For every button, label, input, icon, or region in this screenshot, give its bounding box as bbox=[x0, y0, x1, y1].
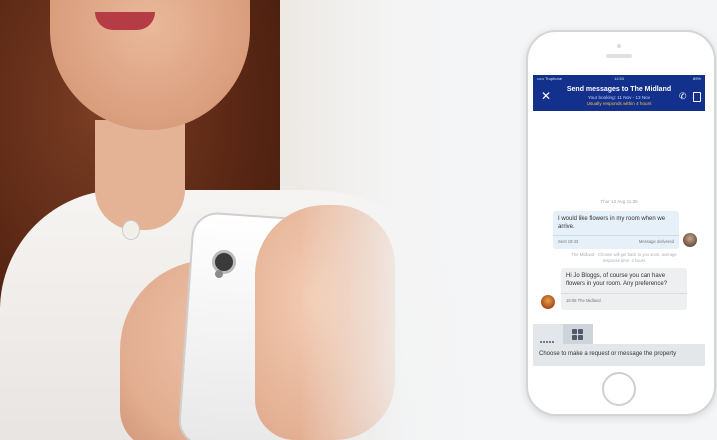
lips-shape bbox=[95, 12, 155, 30]
conversation-date: Thur 13 Aug 11:35 bbox=[600, 199, 638, 204]
outgoing-message-text: I would like flowers in my room when we … bbox=[558, 216, 666, 230]
incoming-message-text: Hi Jo Bloggs, of course you can have flo… bbox=[566, 273, 668, 287]
booking-dates: Your booking: 11 Nov - 13 Nov bbox=[587, 95, 651, 100]
hero-photo bbox=[0, 0, 470, 440]
system-note: The Midland - Choose will get back to yo… bbox=[571, 252, 677, 263]
grid-icon bbox=[572, 329, 583, 340]
sent-time: Sent 19:43 bbox=[558, 239, 579, 244]
header-actions: ✆ bbox=[679, 91, 701, 103]
keyboard-icon bbox=[540, 331, 556, 361]
booking-details-icon[interactable] bbox=[693, 92, 701, 102]
message-divider bbox=[553, 235, 679, 236]
messaging-screen: ••••• Truphone 11:53 89% ✕ Send messages… bbox=[533, 75, 705, 371]
status-bar: ••••• Truphone 11:53 89% bbox=[533, 75, 705, 83]
chat-header: ✕ Send messages to The Midland Your book… bbox=[533, 83, 705, 111]
user-avatar bbox=[683, 233, 697, 247]
incoming-meta: 16:06 The Midland bbox=[566, 298, 601, 303]
battery-label: 89% bbox=[692, 76, 701, 81]
requests-tab[interactable] bbox=[563, 324, 593, 344]
phone-icon[interactable]: ✆ bbox=[679, 91, 688, 101]
earpiece bbox=[606, 54, 632, 58]
neck-shape bbox=[95, 120, 185, 230]
chat-title: Send messages to The Midland bbox=[566, 86, 672, 93]
photo-fade bbox=[300, 0, 470, 440]
clock: 11:53 bbox=[614, 76, 624, 81]
phone-flash-icon bbox=[215, 270, 223, 278]
message-divider bbox=[561, 293, 687, 294]
keyboard-tab[interactable] bbox=[533, 324, 563, 361]
incoming-message: Hi Jo Bloggs, of course you can have flo… bbox=[561, 268, 687, 310]
response-time: Usually responds within 4 hours bbox=[586, 101, 652, 106]
front-camera-icon bbox=[617, 44, 621, 48]
outgoing-message: I would like flowers in my room when we … bbox=[553, 211, 679, 249]
home-button[interactable] bbox=[602, 372, 636, 406]
close-icon[interactable]: ✕ bbox=[539, 89, 553, 103]
necklace-pendant bbox=[122, 220, 140, 240]
hotel-avatar bbox=[541, 295, 555, 309]
delivery-status: Message delivered bbox=[638, 239, 674, 244]
composer-input[interactable]: Choose to make a request or message the … bbox=[533, 344, 705, 366]
composer-placeholder: Choose to make a request or message the … bbox=[539, 351, 677, 357]
composer-tabs bbox=[533, 324, 705, 361]
